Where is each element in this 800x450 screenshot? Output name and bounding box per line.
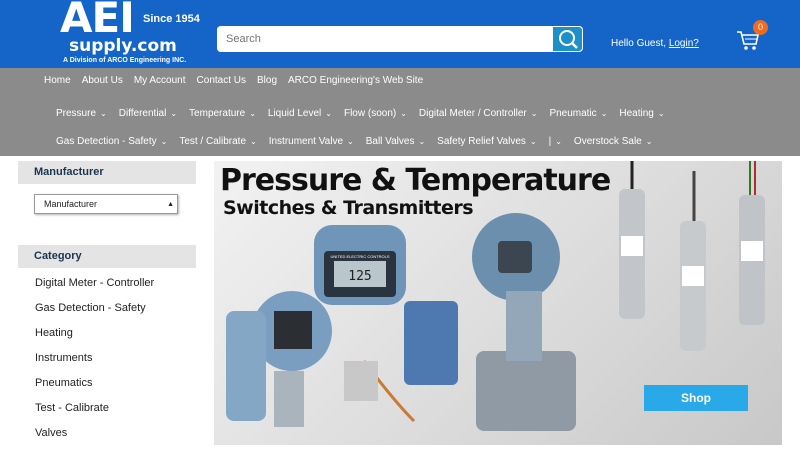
cart-count-badge: 0 <box>753 20 768 35</box>
menu-heating[interactable]: Heating ⌄ <box>619 108 664 119</box>
menu-ball-valves[interactable]: Ball Valves ⌄ <box>366 136 425 147</box>
logo-since: Since 1954 <box>143 13 200 25</box>
toplink-account[interactable]: My Account <box>134 75 186 86</box>
menu-label: Pneumatic <box>549 108 597 119</box>
category-item[interactable]: Heating <box>18 321 196 346</box>
menu-temperature[interactable]: Temperature ⌄ <box>189 108 256 119</box>
logo-supply: supply.com <box>69 36 177 56</box>
chevron-down-icon: ⌄ <box>529 137 537 146</box>
category-menu-row1: Pressure ⌄ Differential ⌄ Temperature ⌄ Liquid… <box>56 108 677 119</box>
top-links: Home About Us My Account Contact Us Blog ARCO… <box>44 75 434 86</box>
toplink-arco[interactable]: ARCO Engineering's Web Site <box>288 75 423 86</box>
select-arrows-icon: ▲ <box>167 201 174 208</box>
toplink-about[interactable]: About Us <box>82 75 123 86</box>
menu-liquid-level[interactable]: Liquid Level ⌄ <box>268 108 332 119</box>
menu-gas-detection[interactable]: Gas Detection - Safety ⌄ <box>56 136 167 147</box>
menu-label: Pressure <box>56 108 97 119</box>
menu-label: Overstock Sale <box>573 136 642 147</box>
menu-safety-relief[interactable]: Safety Relief Valves ⌄ <box>437 136 536 147</box>
account-greeting: Hello Guest, Login? <box>611 38 699 49</box>
menu-label: Flow (soon) <box>343 108 397 119</box>
menu-label: Heating <box>619 108 654 119</box>
login-link[interactable]: Login? <box>669 38 699 49</box>
menu-label: Temperature <box>189 108 246 119</box>
category-item[interactable]: Gas Detection - Safety <box>18 296 196 321</box>
menu-label: Liquid Level <box>267 108 322 119</box>
chevron-down-icon: ⌄ <box>100 109 107 118</box>
hero-banner[interactable]: Pressure & Temperature Switches & Transm… <box>214 161 782 445</box>
menu-pneumatic[interactable]: Pneumatic ⌄ <box>549 108 607 119</box>
toplink-home[interactable]: Home <box>44 75 71 86</box>
category-item[interactable]: Test - Calibrate <box>18 396 196 421</box>
category-item[interactable]: Valves <box>18 421 196 446</box>
category-menu-row2: Gas Detection - Safety ⌄ Test / Calibrate ⌄… <box>56 136 664 147</box>
menu-separator[interactable]: | ⌄ <box>549 136 562 147</box>
chevron-down-icon: ⌄ <box>170 109 178 118</box>
toplink-blog[interactable]: Blog <box>257 75 277 86</box>
logo-division: A Division of ARCO Engineering INC. <box>63 57 187 64</box>
gauge-reading: 125 <box>348 269 371 284</box>
manufacturer-select-value: Manufacturer <box>44 199 98 209</box>
site-header: AEI Since 1954 supply.com A Division of … <box>0 0 800 68</box>
chevron-down-icon: ⌄ <box>645 137 653 146</box>
menu-test-calibrate[interactable]: Test / Calibrate ⌄ <box>179 136 256 147</box>
chevron-down-icon: ⌄ <box>657 109 665 118</box>
menu-label: Test / Calibrate <box>179 136 247 147</box>
chevron-down-icon: ⌄ <box>400 109 407 118</box>
category-heading: Category <box>18 245 196 268</box>
category-list: Digital Meter - Controller Gas Detection… <box>18 268 196 446</box>
menu-differential[interactable]: Differential ⌄ <box>119 108 177 119</box>
manufacturer-filter: Manufacturer ▲ <box>18 184 196 236</box>
main-nav: Home About Us My Account Contact Us Blog ARCO… <box>0 68 800 156</box>
chevron-down-icon: ⌄ <box>325 109 332 118</box>
gauge-brand: UNITED ELECTRIC CONTROLS <box>330 254 389 259</box>
menu-label: Instrument Valve <box>268 136 344 147</box>
chevron-down-icon: ⌄ <box>249 109 256 118</box>
menu-label: Digital Meter / Controller <box>418 108 527 119</box>
menu-label: Gas Detection - Safety <box>56 136 157 147</box>
menu-label: Differential <box>118 108 167 119</box>
menu-instrument-valve[interactable]: Instrument Valve ⌄ <box>269 136 354 147</box>
chevron-down-icon: ⌄ <box>600 109 608 118</box>
site-logo[interactable]: AEI Since 1954 supply.com A Division of … <box>60 0 200 68</box>
manufacturer-select[interactable]: Manufacturer ▲ <box>34 194 178 214</box>
menu-label: | <box>548 136 552 147</box>
sidebar: Manufacturer Manufacturer ▲ Category Dig… <box>18 161 196 446</box>
category-item[interactable]: Instruments <box>18 346 196 371</box>
chevron-down-icon: ⌄ <box>530 109 538 118</box>
menu-overstock[interactable]: Overstock Sale ⌄ <box>574 136 653 147</box>
search-input[interactable] <box>217 26 556 52</box>
category-item[interactable]: Pneumatics <box>18 371 196 396</box>
manufacturer-heading: Manufacturer <box>18 161 196 184</box>
menu-pressure[interactable]: Pressure ⌄ <box>56 108 107 119</box>
menu-label: Ball Valves <box>365 136 415 147</box>
menu-label: Safety Relief Valves <box>437 136 526 147</box>
chevron-down-icon: ⌄ <box>347 137 354 146</box>
toplink-contact[interactable]: Contact Us <box>197 75 246 86</box>
search-icon <box>559 30 578 49</box>
chevron-down-icon: ⌄ <box>160 137 168 146</box>
chevron-down-icon: ⌄ <box>418 137 426 146</box>
chevron-down-icon: ⌄ <box>555 137 562 146</box>
search-button[interactable] <box>552 26 583 52</box>
menu-flow[interactable]: Flow (soon) ⌄ <box>344 108 407 119</box>
category-item[interactable]: Digital Meter - Controller <box>18 271 196 296</box>
chevron-down-icon: ⌄ <box>250 137 257 146</box>
search-bar <box>217 26 583 52</box>
shop-button[interactable]: Shop <box>644 385 748 411</box>
greeting-text: Hello Guest, <box>611 38 667 49</box>
menu-digital-meter[interactable]: Digital Meter / Controller ⌄ <box>419 108 538 119</box>
